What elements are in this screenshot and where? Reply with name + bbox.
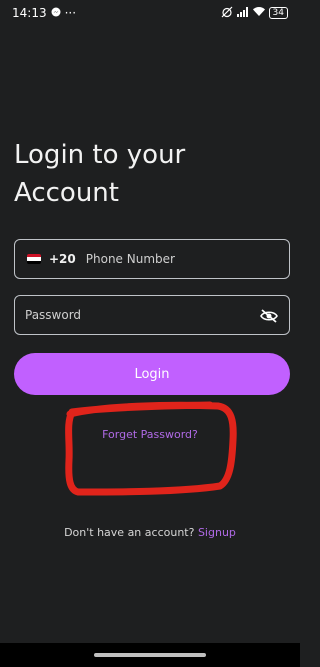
signup-row: Don't have an account? Signup: [0, 526, 300, 539]
signal-icon: [236, 6, 249, 20]
red-annotation-scribble: [65, 401, 237, 496]
messenger-icon: [51, 6, 61, 20]
system-nav-bar: [0, 643, 300, 667]
page-title-line1: Login to your: [14, 140, 186, 170]
password-field[interactable]: [14, 295, 290, 335]
status-bar: 14:13 ··· 34: [0, 0, 300, 26]
eye-off-icon[interactable]: [259, 306, 279, 326]
battery-icon: 34: [268, 7, 288, 19]
status-left: 14:13 ···: [12, 6, 76, 20]
signup-prompt: Don't have an account?: [64, 526, 195, 539]
more-notifications-icon: ···: [64, 6, 77, 20]
egypt-flag-icon[interactable]: [27, 254, 41, 264]
forget-password-link[interactable]: Forget Password?: [0, 428, 300, 441]
country-code[interactable]: +20: [49, 252, 76, 266]
home-gesture-handle[interactable]: [94, 653, 206, 657]
status-time: 14:13: [12, 6, 47, 20]
status-right: 34: [221, 6, 288, 21]
login-screen: 14:13 ··· 34 Login to your Account +20 P…: [0, 0, 300, 667]
signup-link[interactable]: Signup: [198, 526, 236, 539]
page-title: Login to your Account: [14, 136, 284, 212]
login-button[interactable]: Login: [14, 353, 290, 395]
password-input[interactable]: [15, 308, 245, 322]
wifi-icon: [252, 6, 265, 20]
phone-number-input[interactable]: [75, 252, 256, 266]
page-title-line2: Account: [14, 178, 119, 208]
alarm-off-icon: [221, 6, 233, 21]
phone-field[interactable]: +20: [14, 239, 290, 279]
